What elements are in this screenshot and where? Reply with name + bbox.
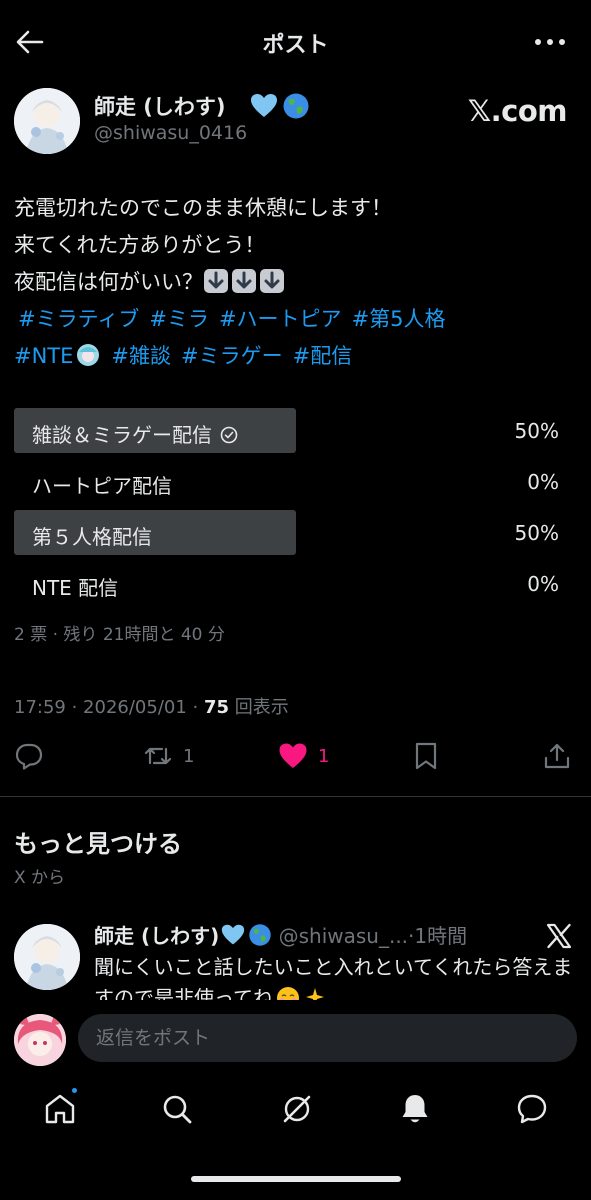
timestamp-text: 17:59 · 2026/05/01 · [14,697,204,718]
search-icon [163,1095,192,1124]
author-handle[interactable]: @shiwasu_0416 [94,122,247,144]
poll: 雑談＆ミラゲー配信 50% ハートピア配信 0% 第５人格配信 50% NTE … [14,408,577,612]
top-bar: ポスト [0,0,591,84]
reply-bar [0,1000,591,1078]
poll-option-label: ハートピア配信 [32,474,172,498]
message-icon [517,1094,547,1124]
sparkles-emoji-icon [306,988,324,1000]
bookmark-icon [415,742,437,770]
related-post-text: 聞にくいこと話したいこと入れといてくれたら答えますので是非使ってね [94,952,584,1000]
down-arrow-emoji-icon [232,269,256,293]
tab-grok[interactable] [280,1092,320,1132]
repost-icon [144,747,172,765]
post-text-line: 充電切れたのでこのまま休憩にします！ [14,196,392,220]
avatar[interactable] [14,88,80,154]
hashtag-link[interactable]: #ミラ [149,307,209,331]
post-text-line: 来てくれた方ありがとう！ [14,233,266,257]
like-button[interactable]: 1 [278,736,329,776]
avatar-illustration-icon [14,1014,66,1066]
poll-option-percent: 0% [527,470,559,494]
related-post-text-content: 聞にくいこと話したいこと入れといてくれたら答えますので是非使ってね [94,955,573,1000]
post-text-line: 夜配信は何がいい？ [14,264,574,301]
home-icon [45,1094,75,1124]
poll-option-percent: 50% [514,419,559,443]
smiling-face-emoji-icon [277,987,299,1000]
repost-count: 1 [183,745,195,767]
post-text-line-text: 夜配信は何がいい？ [14,270,203,294]
hashtag-link[interactable]: #ミラゲー [181,344,283,368]
poll-option-percent: 0% [527,572,559,596]
tab-messages[interactable] [515,1092,555,1132]
related-post-header: 師走 (しわす) @shiwasu_...·1時間 [94,920,467,949]
post-text: 充電切れたのでこのまま休憩にします！ 来てくれた方ありがとう！ 夜配信は何がいい… [14,190,574,375]
bottom-tab-bar [0,1080,591,1200]
reply-input[interactable] [78,1014,577,1062]
reply-icon [15,743,43,770]
hashtag-link[interactable]: #雑談 [111,344,171,368]
poll-option[interactable]: 第５人格配信 50% [14,510,577,561]
hashtag-link[interactable]: #第5人格 [352,307,446,331]
share-icon [544,743,570,769]
avatar-illustration-icon [14,88,80,154]
tab-notifications[interactable] [398,1092,438,1132]
more-options-button[interactable] [533,28,567,56]
character-emoji-icon [77,344,100,366]
hashtag-link[interactable]: #ミラティブ [18,307,139,331]
page-title: ポスト [262,33,329,58]
discover-subtitle: X から [14,868,66,888]
divider [0,796,591,797]
poll-option-label: NTE 配信 [32,576,119,600]
tab-home[interactable] [43,1092,83,1132]
x-com-watermark: 𝕏.com [467,94,568,128]
hashtag-link[interactable]: #NTE [14,344,73,368]
post-timestamp: 17:59 · 2026/05/01 · 75 回表示 [14,693,289,719]
related-post-time: ·1時間 [408,924,468,948]
hashtag-link[interactable]: #ハートピア [219,307,342,331]
views-count: 75 [203,697,230,718]
poll-option[interactable]: NTE 配信 0% [14,561,577,612]
down-arrow-emoji-icon [260,269,284,293]
post-actions: 1 1 [0,736,591,776]
down-arrow-emoji-icon [204,269,228,293]
discover-heading: もっと見つける [14,830,182,858]
notification-dot [72,1088,77,1093]
related-author-name[interactable]: 師走 (しわす) [94,924,219,948]
repost-button[interactable]: 1 [143,736,194,776]
tab-search[interactable] [160,1092,200,1132]
name-emojis [250,92,314,120]
globe-icon [249,924,271,946]
poll-option[interactable]: ハートピア配信 0% [14,459,577,510]
home-indicator [191,1176,401,1182]
author-name[interactable]: 師走 (しわす) [94,91,226,121]
post-author: 師走 (しわす) @shiwasu_0416 𝕏.com [0,84,591,160]
bell-icon [402,1095,428,1123]
poll-option[interactable]: 雑談＆ミラゲー配信 50% [14,408,577,459]
hashtag-line: #NTE #雑談 #ミラゲー #配信 [14,338,574,375]
reply-button[interactable] [14,736,44,776]
views-label: 回表示 [229,697,289,718]
poll-meta: 2 票 · 残り 21時間と 40 分 [14,625,225,645]
avatar-illustration-icon [14,924,80,990]
hashtag-line: #ミラティブ #ミラ #ハートピア #第5人格 [14,301,574,338]
related-author-handle[interactable]: @shiwasu_... [272,924,408,948]
heart-icon [279,743,307,768]
poll-option-label: 雑談＆ミラゲー配信 [32,419,238,448]
bookmark-button[interactable] [411,736,441,776]
blue-heart-icon [222,924,245,945]
hashtag-link[interactable]: #配信 [293,344,353,368]
current-user-avatar[interactable] [14,1014,66,1066]
grok-icon [283,1095,311,1123]
like-count: 1 [318,745,330,767]
blue-heart-icon [251,94,277,117]
more-dots-icon [535,39,565,45]
poll-option-text: 雑談＆ミラゲー配信 [32,423,212,447]
x-logo-icon [546,923,572,949]
poll-option-label: 第５人格配信 [32,525,152,549]
share-button[interactable] [542,736,572,776]
globe-icon [283,93,309,119]
poll-option-percent: 50% [514,521,559,545]
related-post[interactable]: 師走 (しわす) @shiwasu_...·1時間 聞にくいこと話したいこと入れ… [0,916,591,1000]
avatar[interactable] [14,924,80,990]
check-circle-icon [220,426,238,444]
